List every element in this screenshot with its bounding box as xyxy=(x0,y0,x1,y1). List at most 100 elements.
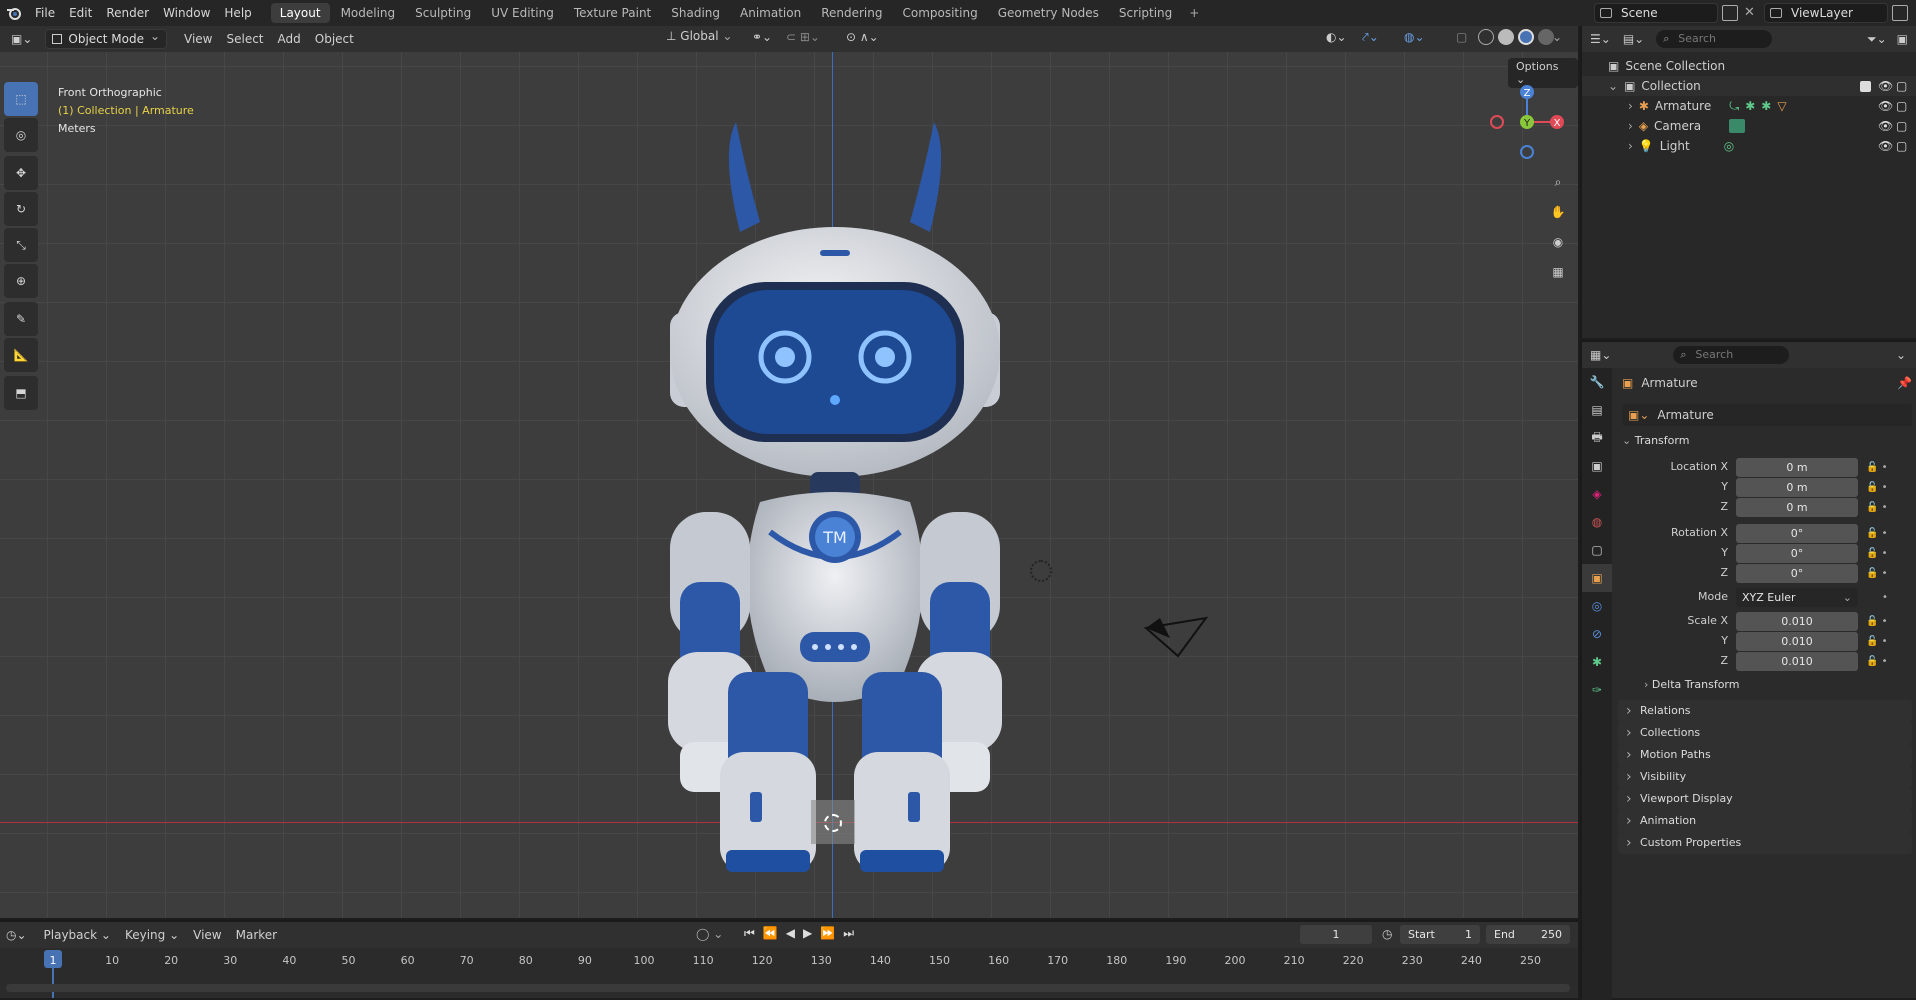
pin-icon[interactable]: 📌 xyxy=(1897,376,1912,390)
location-x-field[interactable]: 0 m xyxy=(1736,458,1858,477)
new-scene-icon[interactable] xyxy=(1722,5,1738,21)
section-motion-paths[interactable]: Motion Paths xyxy=(1618,744,1912,766)
new-collection-icon[interactable]: ▣ xyxy=(1897,32,1908,46)
timeline-editor-type-icon[interactable]: ◷⌄ xyxy=(6,928,27,942)
collection-checkbox[interactable] xyxy=(1860,80,1871,92)
properties-options-icon[interactable]: ⌄ xyxy=(1896,348,1906,362)
measure-tool-icon[interactable]: 📐 xyxy=(4,338,38,372)
transform-orientation-dropdown[interactable]: ⊥ Global ⌄ xyxy=(666,29,732,43)
lock-rotation-x-icon[interactable]: 🔓 • xyxy=(1866,528,1888,539)
armature-visibility-eye-icon[interactable]: 👁 xyxy=(1878,99,1893,113)
lock-scale-z-icon[interactable]: 🔓 • xyxy=(1866,656,1888,667)
light-render-icon[interactable]: ▢ xyxy=(1896,139,1907,153)
add-cube-tool-icon[interactable]: ⬒ xyxy=(4,376,38,410)
gizmo-neg-x-axis[interactable] xyxy=(1490,115,1504,129)
section-collections[interactable]: Collections xyxy=(1618,722,1912,744)
outliner-item-camera[interactable]: › ◈ Camera 👁 ▢ xyxy=(1582,116,1916,136)
outliner-editor-type-icon[interactable]: ☰⌄ xyxy=(1590,32,1611,46)
object-name-field[interactable]: ▣⌄ Armature xyxy=(1622,404,1912,426)
properties-search-input[interactable]: ⌕ Search xyxy=(1673,346,1790,364)
camera-render-icon[interactable]: ▢ xyxy=(1896,119,1907,133)
play-reverse-icon[interactable]: ◀ xyxy=(786,926,795,941)
overlay-toggle-icon[interactable]: ◍⌄ xyxy=(1404,30,1425,44)
expand-chevron-icon[interactable]: › xyxy=(1628,99,1633,113)
current-frame-field[interactable]: 1 xyxy=(1300,925,1372,944)
navigation-gizmo[interactable]: Z Y X xyxy=(1486,78,1568,160)
preview-range-icon[interactable]: ◷ xyxy=(1382,927,1392,941)
menu-select[interactable]: Select xyxy=(219,29,270,49)
properties-editor-type-icon[interactable]: ▦⌄ xyxy=(1590,348,1611,362)
end-frame-field[interactable]: End 250 xyxy=(1486,925,1570,944)
menu-keying[interactable]: Keying ⌄ xyxy=(118,925,186,945)
pan-hand-icon[interactable]: ✋ xyxy=(1544,198,1572,226)
location-z-field[interactable]: 0 m xyxy=(1736,498,1858,517)
jump-keyframe-forward-icon[interactable]: ⏩ xyxy=(820,926,835,941)
play-icon[interactable]: ▶ xyxy=(803,926,812,941)
display-mode-icon[interactable]: ▤⌄ xyxy=(1623,32,1644,46)
tab-modeling[interactable]: Modeling xyxy=(332,3,405,23)
menu-timeline-view[interactable]: View xyxy=(186,925,228,945)
delta-transform-subpanel[interactable]: › Delta Transform xyxy=(1644,678,1739,691)
outliner-item-armature[interactable]: › ✱ Armature ⤿✱✱ ▽ 👁 ▢ xyxy=(1582,96,1916,116)
menu-add[interactable]: Add xyxy=(271,29,308,49)
lock-location-z-icon[interactable]: 🔓 • xyxy=(1866,502,1888,513)
lock-scale-x-icon[interactable]: 🔓 • xyxy=(1866,616,1888,627)
bone-tab-icon[interactable]: ✑ xyxy=(1582,676,1612,704)
menu-playback[interactable]: Playback ⌄ xyxy=(37,925,118,945)
scale-x-field[interactable]: 0.010 xyxy=(1736,612,1858,631)
expand-chevron-icon[interactable]: › xyxy=(1628,139,1633,153)
blender-logo-icon[interactable] xyxy=(0,0,28,26)
jump-start-icon[interactable]: ⏮ xyxy=(744,926,755,941)
proportional-edit-icon[interactable]: ⊙ ∧⌄ xyxy=(846,30,879,44)
scale-y-field[interactable]: 0.010 xyxy=(1736,632,1858,651)
collection-render-icon[interactable]: ▢ xyxy=(1896,79,1907,93)
outliner-item-light[interactable]: › 💡 Light ◎ 👁 ▢ xyxy=(1582,136,1916,156)
expand-chevron-icon[interactable]: › xyxy=(1628,119,1633,133)
menu-object[interactable]: Object xyxy=(308,29,361,49)
light-object-icon[interactable] xyxy=(1030,560,1052,582)
wireframe-shading-icon[interactable] xyxy=(1478,29,1494,45)
add-workspace-icon[interactable]: + xyxy=(1183,6,1205,20)
tab-animation[interactable]: Animation xyxy=(731,3,810,23)
section-relations[interactable]: Relations xyxy=(1618,700,1912,722)
lock-scale-y-icon[interactable]: 🔓 • xyxy=(1866,636,1888,647)
rotation-y-field[interactable]: 0° xyxy=(1736,544,1858,563)
visibility-icon[interactable]: ◐⌄ xyxy=(1326,30,1347,44)
collapse-chevron-icon[interactable]: ⌄ xyxy=(1608,79,1618,93)
lock-rotation-z-icon[interactable]: 🔓 • xyxy=(1866,568,1888,579)
pivot-icon[interactable]: ⚭⌄ xyxy=(752,30,772,44)
camera-visibility-eye-icon[interactable]: 👁 xyxy=(1878,119,1893,133)
tab-shading[interactable]: Shading xyxy=(662,3,729,23)
output-tab-icon[interactable]: 🖶 xyxy=(1582,424,1612,452)
rotation-x-field[interactable]: 0° xyxy=(1736,524,1858,543)
location-y-field[interactable]: 0 m xyxy=(1736,478,1858,497)
jump-end-icon[interactable]: ⏭ xyxy=(843,926,854,941)
tool-tab-icon[interactable]: 🔧 xyxy=(1582,368,1612,396)
mode-dropdown[interactable]: Object Mode xyxy=(45,27,167,49)
menu-edit[interactable]: Edit xyxy=(62,0,99,26)
robot-armature-model[interactable]: TM xyxy=(650,112,1020,882)
select-box-tool-icon[interactable]: ⬚ xyxy=(4,82,38,116)
frame-ruler[interactable]: 1 10 20 30 40 50 60 70 80 90 100 110 120 130 140 150 160… xyxy=(0,950,1578,970)
tab-geometry-nodes[interactable]: Geometry Nodes xyxy=(989,3,1108,23)
shading-options-icon[interactable]: ⌄ xyxy=(1552,30,1562,44)
section-animation[interactable]: Animation xyxy=(1618,810,1912,832)
new-view-layer-icon[interactable] xyxy=(1892,5,1908,21)
section-visibility[interactable]: Visibility xyxy=(1618,766,1912,788)
solid-shading-icon[interactable] xyxy=(1498,29,1514,45)
lock-location-y-icon[interactable]: 🔓 • xyxy=(1866,482,1888,493)
menu-help[interactable]: Help xyxy=(217,0,258,26)
tab-uv-editing[interactable]: UV Editing xyxy=(482,3,563,23)
3d-cursor-icon[interactable] xyxy=(824,814,842,832)
start-frame-field[interactable]: Start 1 xyxy=(1400,925,1480,944)
menu-render[interactable]: Render xyxy=(99,0,156,26)
outliner-search-input[interactable]: ⌕ Search xyxy=(1656,30,1773,48)
collection-row[interactable]: ⌄ ▣ Collection 👁 ▢ xyxy=(1582,76,1916,96)
cursor-tool-icon[interactable]: ◎ xyxy=(4,118,38,152)
filter-icon[interactable]: ⏷⌄ xyxy=(1867,32,1887,47)
scale-z-field[interactable]: 0.010 xyxy=(1736,652,1858,671)
tab-sculpting[interactable]: Sculpting xyxy=(406,3,480,23)
light-visibility-eye-icon[interactable]: 👁 xyxy=(1878,139,1893,153)
mode-keyframe-dot-icon[interactable]: • xyxy=(1882,592,1888,603)
scene-selector[interactable]: Scene xyxy=(1594,3,1718,23)
